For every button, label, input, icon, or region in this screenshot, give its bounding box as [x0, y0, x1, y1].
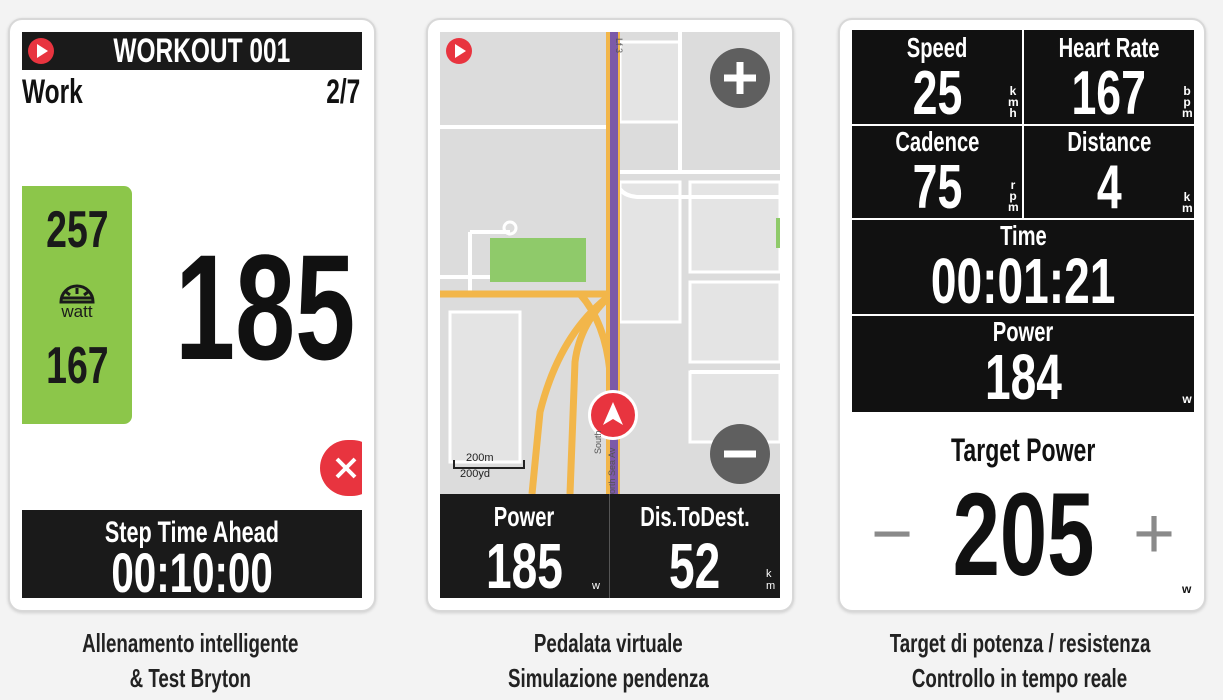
- device-workout: WORKOUT 001 Work 2/7 257 watt 167 185 St…: [8, 18, 376, 612]
- close-button[interactable]: [320, 440, 362, 496]
- target-label: Target Power: [950, 432, 1096, 468]
- workout-screen: WORKOUT 001 Work 2/7 257 watt 167 185 St…: [22, 32, 362, 598]
- power-unit: w: [1182, 392, 1192, 406]
- data-screen: Speed 25 kmh Heart Rate 167 bpm Cadence …: [852, 30, 1194, 600]
- map-data-panel: Power 185 w Dis.ToDest. 52 km: [440, 494, 780, 598]
- scale-top: 200m: [466, 452, 494, 464]
- power-label: Power: [493, 501, 555, 532]
- scale-bottom: 200yd: [460, 468, 490, 480]
- device-map: Lf 3 South orth Sea Av 200m 200yd Power …: [426, 18, 794, 612]
- zone-lower: 167: [45, 337, 109, 395]
- park-area: [490, 238, 586, 282]
- time-value: 00:01:21: [930, 245, 1116, 317]
- speed-cell: Speed 25 kmh: [852, 30, 1022, 128]
- distance-value: 4: [1096, 153, 1122, 222]
- caption-1-line-1: Allenamento intelligente: [81, 628, 299, 658]
- play-icon[interactable]: [446, 38, 472, 64]
- speed-unit: kmh: [1008, 84, 1019, 120]
- minus-icon: [724, 450, 756, 458]
- footer-value: 00:10:00: [111, 541, 273, 599]
- caption-3-line-1: Target di potenza / resistenza: [889, 628, 1151, 658]
- power-value: 184: [984, 341, 1062, 413]
- caption-2-line-2: Simulazione pendenza: [507, 663, 709, 693]
- street-label: Lf 3: [614, 38, 624, 54]
- caption-2-line-1: Pedalata virtuale: [533, 628, 683, 658]
- time-cell: Time 00:01:21: [852, 220, 1194, 314]
- cadence-unit: rpm: [1008, 178, 1019, 214]
- power-value: 185: [485, 530, 563, 598]
- close-icon: [335, 457, 357, 479]
- caption-1-line-2: & Test Bryton: [129, 663, 251, 693]
- distance-field: Dis.ToDest. 52 km: [610, 494, 780, 598]
- main-power-value: 185: [175, 223, 356, 391]
- power-zone-box: 257 watt 167: [22, 186, 132, 424]
- device-target-power: Speed 25 kmh Heart Rate 167 bpm Cadence …: [838, 18, 1206, 612]
- step-count: 2/7: [325, 73, 360, 111]
- cadence-value: 75: [912, 153, 962, 222]
- play-icon[interactable]: [28, 38, 54, 64]
- target-unit: w: [1182, 582, 1192, 596]
- road-label-south: South: [593, 430, 603, 454]
- dist-value: 52: [669, 530, 721, 598]
- workout-title: WORKOUT 001: [113, 32, 291, 70]
- cadence-cell: Cadence 75 rpm: [852, 126, 1022, 222]
- target-value: 205: [952, 469, 1094, 600]
- dist-label: Dis.ToDest.: [640, 501, 750, 532]
- speed-value: 25: [912, 59, 962, 128]
- power-cell: Power 184 w: [852, 316, 1194, 412]
- step-time-footer: Step Time Ahead 00:10:00: [22, 510, 362, 598]
- zone-upper: 257: [45, 201, 109, 259]
- hr-unit: bpm: [1182, 84, 1193, 120]
- increase-button[interactable]: +: [1124, 494, 1184, 574]
- map-screen: Lf 3 South orth Sea Av 200m 200yd Power …: [440, 32, 780, 598]
- hr-value: 167: [1071, 59, 1147, 128]
- distance-cell: Distance 4 km: [1024, 126, 1194, 222]
- caption-3-line-2: Controllo in tempo reale: [912, 663, 1128, 693]
- workout-header: WORKOUT 001: [22, 32, 362, 70]
- target-power-panel: Target Power − 205 + w: [852, 414, 1194, 600]
- plus-icon: [724, 62, 756, 94]
- caption-smart-training: Allenamento intelligente & Test Bryton: [0, 626, 380, 696]
- caption-target-power: Target di potenza / resistenza Controllo…: [820, 626, 1220, 696]
- heart-rate-cell: Heart Rate 167 bpm: [1024, 30, 1194, 128]
- zoom-out-button[interactable]: [710, 424, 770, 484]
- dist-unit: km: [766, 568, 776, 592]
- road-label-sea: orth Sea Av: [607, 447, 617, 494]
- zoom-in-button[interactable]: [710, 48, 770, 108]
- decrease-button[interactable]: −: [862, 494, 922, 574]
- distance-unit: km: [1182, 190, 1193, 215]
- zone-unit: watt: [61, 302, 93, 321]
- power-unit: w: [592, 580, 600, 592]
- step-label: Work: [22, 73, 83, 111]
- power-field: Power 185 w: [440, 494, 608, 598]
- caption-virtual-ride: Pedalata virtuale Simulazione pendenza: [418, 626, 798, 696]
